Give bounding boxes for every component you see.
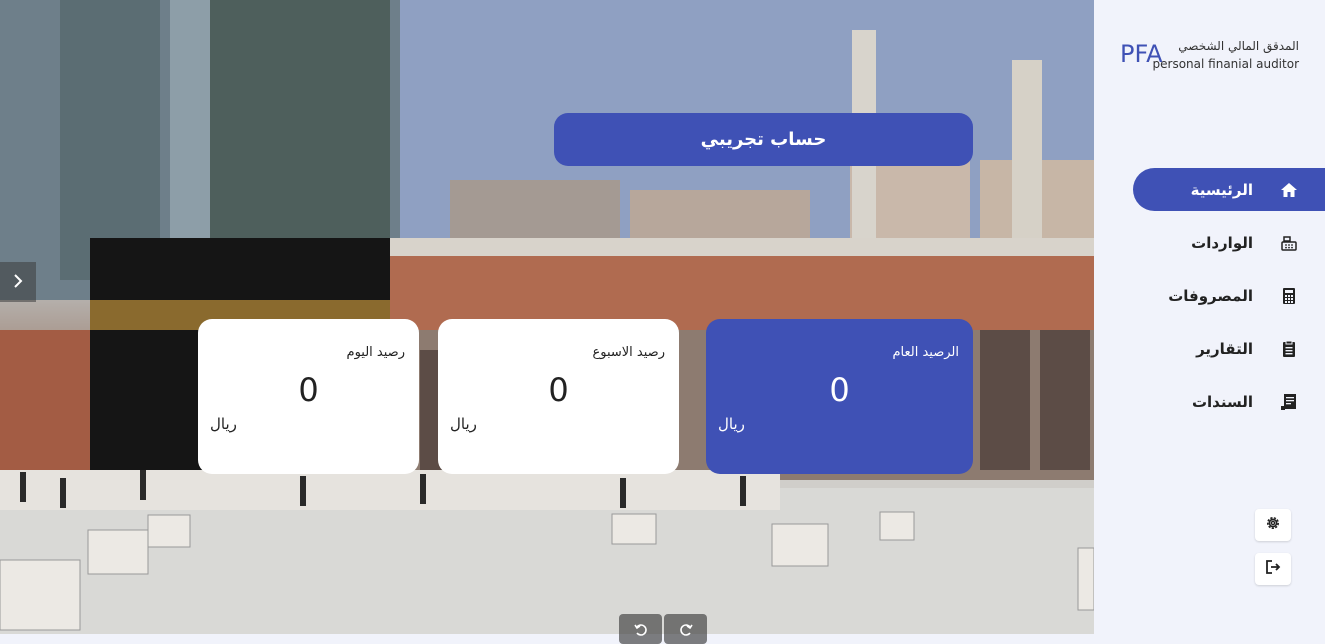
logout-button[interactable] <box>1255 553 1291 585</box>
sidebar-item-vouchers[interactable]: السندات <box>1133 380 1325 423</box>
week-balance-card: رصيد الاسبوع 0 ريال <box>438 319 679 474</box>
total-balance-card: الرصيد العام 0 ريال <box>706 319 973 474</box>
sidebar-item-expenses[interactable]: المصروفات <box>1133 274 1325 317</box>
sidebar: PFA المدقق المالي الشخصي personal finani… <box>1094 0 1325 634</box>
calculator-icon <box>1279 286 1299 306</box>
account-title-text: حساب تجريبي <box>700 129 827 150</box>
logout-icon <box>1264 558 1282 580</box>
sidebar-item-label: المصروفات <box>1168 286 1253 305</box>
sidebar-item-home[interactable]: الرئيسية <box>1133 168 1325 211</box>
carousel-undo-button[interactable] <box>619 614 662 644</box>
today-balance-currency: ريال <box>210 415 237 433</box>
cash-register-icon <box>1279 233 1299 253</box>
today-balance-label: رصيد اليوم <box>346 345 405 360</box>
sidebar-item-label: السندات <box>1191 392 1253 411</box>
sidebar-item-label: الرئيسية <box>1190 180 1253 199</box>
week-balance-label: رصيد الاسبوع <box>592 345 665 360</box>
week-balance-amount: 0 <box>548 371 569 409</box>
gear-icon <box>1264 514 1282 536</box>
total-balance-currency: ريال <box>718 415 745 433</box>
today-balance-card: رصيد اليوم 0 ريال <box>198 319 419 474</box>
slider-prev-arrow[interactable] <box>0 262 36 302</box>
sidebar-item-reports[interactable]: التقارير <box>1133 327 1325 370</box>
week-balance-currency: ريال <box>450 415 477 433</box>
sidebar-item-label: الواردات <box>1191 233 1253 252</box>
brand-name-arabic: المدقق المالي الشخصي <box>1178 39 1299 53</box>
carousel-redo-button[interactable] <box>664 614 707 644</box>
today-balance-amount: 0 <box>298 371 319 409</box>
background-image <box>0 0 1094 634</box>
sidebar-item-label: التقارير <box>1196 339 1253 358</box>
rotate-right-icon <box>679 622 693 644</box>
total-balance-amount: 0 <box>829 371 850 409</box>
settings-button[interactable] <box>1255 509 1291 541</box>
rotate-left-icon <box>633 622 648 644</box>
home-icon <box>1279 180 1299 200</box>
account-title: حساب تجريبي <box>554 113 973 166</box>
total-balance-label: الرصيد العام <box>892 345 959 360</box>
receipt-icon <box>1279 392 1299 412</box>
chevron-right-icon <box>11 273 25 292</box>
sidebar-item-income[interactable]: الواردات <box>1133 221 1325 264</box>
brand-name-english: personal finanial auditor <box>1152 57 1299 71</box>
clipboard-icon <box>1279 339 1299 359</box>
